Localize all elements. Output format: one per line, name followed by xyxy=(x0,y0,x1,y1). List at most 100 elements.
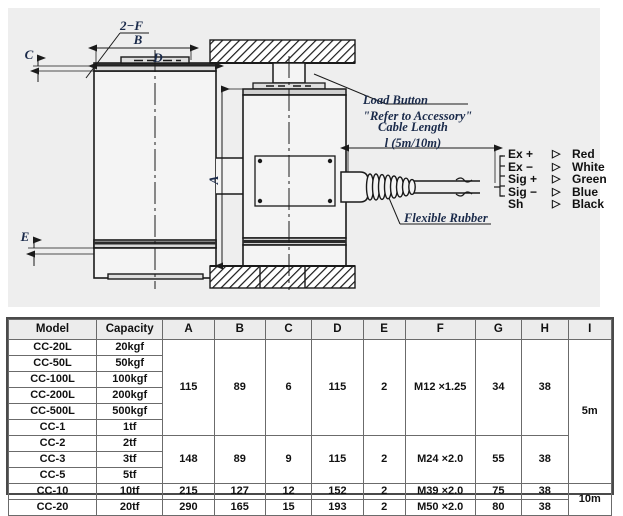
col-header-i: I xyxy=(567,319,613,340)
col-header-h: H xyxy=(521,319,569,340)
cell-model: CC-20 xyxy=(7,499,98,516)
cell-d: 152 xyxy=(311,483,364,500)
legend-color-2: Green xyxy=(572,172,607,186)
cell-h: 38 xyxy=(521,499,569,516)
cell-model: CC-20L xyxy=(7,339,98,356)
col-header-c: C xyxy=(264,319,313,340)
leader-flexible-rubber xyxy=(388,197,401,225)
col-header-d: D xyxy=(311,319,364,340)
cell-capacity: 200kgf xyxy=(96,387,164,404)
cable xyxy=(414,177,480,197)
cell-capacity: 1tf xyxy=(96,419,164,436)
table-row: CC-10 10tf 215 127 12 152 2 M39 ×2.0 75 … xyxy=(7,483,613,516)
cell-b: 127 xyxy=(213,483,266,500)
cell-capacity: 20kgf xyxy=(96,339,164,356)
legend-color-4: Black xyxy=(572,197,605,211)
cell-a: 215 xyxy=(162,483,215,500)
cell-h: 38 xyxy=(521,435,569,484)
cell-b: 89 xyxy=(213,339,266,436)
nameplate-screw-tr xyxy=(327,158,333,164)
legend-marker-icon-0: ▷ xyxy=(552,148,561,160)
cell-model: CC-3 xyxy=(7,451,98,468)
cell-b: 165 xyxy=(213,499,266,516)
nameplate-screw-br xyxy=(327,198,333,204)
wiring-legend-text: Ex + ▷ Red Ex − ▷ White Sig + ▷ Green Si… xyxy=(508,148,607,211)
cell-model: CC-100L xyxy=(7,371,98,388)
cell-capacity: 2tf xyxy=(96,435,164,452)
cell-capacity: 20tf xyxy=(96,499,164,516)
cell-capacity: 500kgf xyxy=(96,403,164,420)
cell-model: CC-200L xyxy=(7,387,98,404)
annotation-load-button-line1: Load Button xyxy=(363,93,428,107)
table-row: CC-2 2tf 148 89 9 115 2 M24 ×2.0 55 38 xyxy=(7,435,612,484)
col-header-e: E xyxy=(362,319,406,340)
table-row: CC-20L 20kgf 115 89 6 115 2 M12 ×1.25 34… xyxy=(7,339,613,484)
cell-capacity: 5tf xyxy=(96,467,164,484)
cell-e: 2 xyxy=(362,339,406,436)
lower-floor-hatch xyxy=(209,265,356,289)
annotation-flexible-rubber: Flexible Rubber xyxy=(404,211,488,225)
cell-capacity: 50kgf xyxy=(96,355,164,372)
col-header-a: A xyxy=(162,319,215,340)
legend-marker-icon-2: ▷ xyxy=(552,173,561,185)
col-header-f: F xyxy=(404,319,476,340)
drawing-panel: B D 2−F C E H xyxy=(8,8,607,307)
cell-i: 10m xyxy=(567,483,613,516)
dim-label-c: C xyxy=(25,47,34,62)
legend-signal-0: Ex + xyxy=(508,147,534,161)
cell-a: 115 xyxy=(162,339,215,436)
cell-e: 2 xyxy=(362,499,406,516)
col-header-capacity: Capacity xyxy=(96,319,164,340)
table-row: CC-20 20tf 290 165 15 193 2 M50 ×2.0 80 … xyxy=(7,499,612,516)
col-header-b: B xyxy=(213,319,266,340)
cell-c: 6 xyxy=(264,339,313,436)
top-flange-right xyxy=(242,88,347,96)
legend-marker-icon-3: ▷ xyxy=(552,185,561,198)
cell-c: 15 xyxy=(264,499,313,516)
cable-gland xyxy=(340,171,369,203)
cell-model: CC-10 xyxy=(7,483,98,500)
table-header-row: Model Capacity A B C D E F G H I xyxy=(7,319,613,340)
cell-g: 55 xyxy=(474,435,523,484)
cell-model: CC-500L xyxy=(7,403,98,420)
upper-mount-hatch xyxy=(209,39,356,64)
cell-g: 80 xyxy=(474,499,523,516)
cell-c: 12 xyxy=(264,483,313,500)
dim-label-d: D xyxy=(152,50,163,65)
legend-signal-4: Sh xyxy=(508,197,524,211)
cell-d: 115 xyxy=(311,339,364,436)
dim-label-a: A xyxy=(206,175,221,185)
cell-f: M39 ×2.0 xyxy=(404,483,476,500)
right-installation-view: A xyxy=(206,39,503,290)
cell-a: 148 xyxy=(162,435,215,484)
dim-label-2f: 2−F xyxy=(119,18,143,33)
col-header-g: G xyxy=(474,319,523,340)
cell-g: 75 xyxy=(474,483,523,500)
cell-d: 193 xyxy=(311,499,364,516)
cell-h: 38 xyxy=(521,483,569,500)
legend-marker-icon-1: ▷ xyxy=(552,160,561,173)
dim-label-e: E xyxy=(20,229,30,244)
cell-model: CC-50L xyxy=(7,355,98,372)
cell-model: CC-2 xyxy=(7,435,98,452)
cell-model: CC-5 xyxy=(7,467,98,484)
nameplate-screw-bl xyxy=(257,198,263,204)
cell-e: 2 xyxy=(362,483,406,500)
dim-label-b: B xyxy=(133,32,143,47)
spec-table: Model Capacity A B C D E F G H I CC-20L … xyxy=(7,319,613,516)
cell-f: M24 ×2.0 xyxy=(404,435,476,484)
legend-signal-2: Sig + xyxy=(508,172,538,186)
wiring-legend xyxy=(494,155,505,197)
cell-i: 5m xyxy=(567,339,613,484)
nameplate-screw-tl xyxy=(257,158,263,164)
cell-capacity: 10tf xyxy=(96,483,164,500)
cell-g: 34 xyxy=(474,339,523,436)
cell-capacity: 100kgf xyxy=(96,371,164,388)
annotation-cable-length: Cable Length l (5m/10m) xyxy=(378,119,448,152)
cell-h: 38 xyxy=(521,339,569,436)
cell-d: 115 xyxy=(311,435,364,484)
cell-model: CC-1 xyxy=(7,419,98,436)
annotation-cable-length-line1: Cable Length xyxy=(378,120,448,134)
annotation-cable-length-line2: l (5m/10m) xyxy=(384,136,442,151)
col-header-model: Model xyxy=(7,319,98,340)
